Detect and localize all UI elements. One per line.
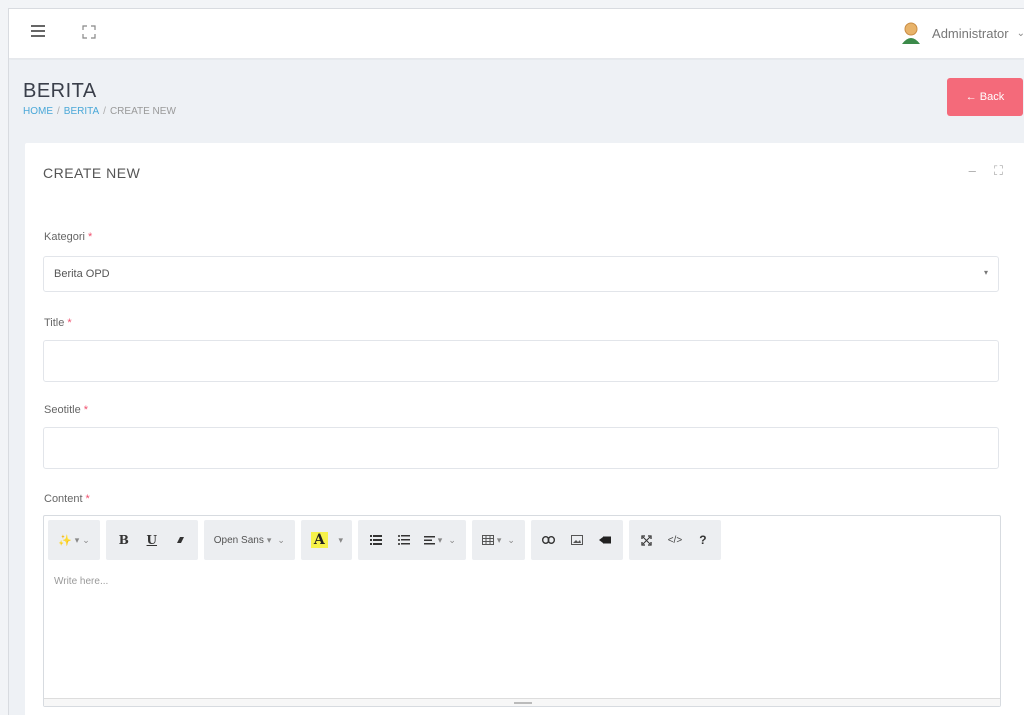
text-color-icon: A <box>310 532 328 548</box>
avatar <box>902 22 921 44</box>
align-left-icon <box>423 535 435 544</box>
minimize-icon[interactable]: – <box>969 163 976 179</box>
back-button[interactable]: ← Back <box>947 78 1023 116</box>
top-navbar: Administrator ⌄ <box>9 9 1024 59</box>
fullscreen-button[interactable] <box>633 520 661 560</box>
kategori-label-text: Kategori <box>44 231 85 243</box>
clear-format-button[interactable] <box>166 520 194 560</box>
chevron-down-icon: ▾ <box>338 534 344 545</box>
insert-group <box>530 520 623 560</box>
kategori-label: Kategori * <box>44 231 92 243</box>
insert-link-button[interactable] <box>535 520 563 560</box>
expand-icon <box>641 534 653 546</box>
eraser-icon <box>176 537 184 543</box>
card-title: CREATE NEW <box>43 165 141 181</box>
help-button[interactable]: ? <box>689 520 717 560</box>
code-view-button[interactable]: </> <box>661 520 689 560</box>
chevron-down-icon: ▾ <box>496 534 502 545</box>
title-label-text: Title <box>44 317 65 329</box>
chevron-down-icon: ⌄ <box>1017 28 1024 39</box>
unordered-list-button[interactable] <box>362 520 390 560</box>
seotitle-input[interactable] <box>43 427 999 469</box>
page-title: BERITA <box>23 80 97 102</box>
chevron-down-icon: ⌄ <box>82 534 90 545</box>
required-marker: * <box>85 493 90 505</box>
user-menu[interactable]: Administrator ⌄ <box>898 17 1024 49</box>
chevron-down-icon: ▾ <box>266 534 272 545</box>
unordered-list-icon <box>369 535 382 545</box>
card-fullscreen-icon[interactable]: ⛶ <box>994 163 1003 179</box>
paragraph-group: ▾ ⌄ <box>357 520 466 560</box>
table-icon <box>481 535 494 545</box>
chevron-down-icon: ▾ <box>437 534 443 545</box>
font-family-group: Open Sans ▾ ⌄ <box>203 520 295 560</box>
bold-button[interactable]: B <box>110 520 138 560</box>
font-style-group: B U <box>105 520 198 560</box>
underline-button[interactable]: U <box>138 520 166 560</box>
breadcrumb-separator: / <box>57 106 60 117</box>
fullscreen-icon[interactable] <box>81 24 97 40</box>
title-label: Title * <box>44 317 72 329</box>
content-editor[interactable]: ✨ ▾ ⌄ B U Open Sans ▾ ⌄ A ▾ ▾ ⌄ ▾ ⌄ </> … <box>43 515 1001 707</box>
code-icon: </> <box>667 534 683 546</box>
breadcrumb: HOME / BERITA / CREATE NEW <box>23 106 176 117</box>
breadcrumb-current: CREATE NEW <box>109 106 176 117</box>
style-dropdown[interactable]: ✨ ▾ ⌄ <box>52 520 96 560</box>
editor-placeholder[interactable]: Write here... <box>54 576 108 587</box>
text-color-button[interactable]: A <box>305 520 334 560</box>
help-icon: ? <box>699 533 707 547</box>
required-marker: * <box>83 404 88 416</box>
misc-group: </> ? <box>628 520 721 560</box>
font-family-label: Open Sans <box>213 534 264 546</box>
required-marker: * <box>67 317 72 329</box>
color-group: A ▾ <box>300 520 352 560</box>
card-tools: – ⛶ <box>969 163 1003 179</box>
color-dropdown-button[interactable]: ▾ <box>334 520 348 560</box>
font-family-dropdown[interactable]: Open Sans ▾ ⌄ <box>208 520 291 560</box>
select-caret-icon: ▾ <box>983 268 988 277</box>
link-icon <box>542 536 556 544</box>
page-header: BERITA HOME / BERITA / CREATE NEW <box>9 60 1024 142</box>
insert-video-button[interactable] <box>591 520 619 560</box>
content-label: Content * <box>44 493 90 505</box>
style-group: ✨ ▾ ⌄ <box>48 520 100 560</box>
app-frame: Administrator ⌄ BERITA HOME/BERITA/CREAT… <box>8 8 1024 715</box>
required-marker: * <box>87 231 93 243</box>
chevron-down-icon: ▾ <box>74 534 80 545</box>
breadcrumb-separator: / <box>103 106 106 117</box>
kategori-select[interactable]: Berita OPD ▾ <box>43 256 999 292</box>
seotitle-label-text: Seotitle <box>44 404 81 416</box>
chevron-down-icon: ⌄ <box>277 534 285 545</box>
breadcrumb-home[interactable]: HOME <box>23 106 53 117</box>
seotitle-label: Seotitle * <box>44 404 88 416</box>
editor-resize-handle[interactable] <box>44 698 1000 706</box>
editor-toolbar: ✨ ▾ ⌄ B U Open Sans ▾ ⌄ A ▾ ▾ ⌄ ▾ ⌄ </> … <box>48 520 721 560</box>
table-group: ▾ ⌄ <box>471 520 525 560</box>
hamburger-menu-icon[interactable] <box>31 25 47 39</box>
image-icon <box>570 535 583 545</box>
breadcrumb-berita[interactable]: BERITA <box>64 106 99 117</box>
content-label-text: Content <box>44 493 83 505</box>
ordered-list-button[interactable] <box>390 520 418 560</box>
video-icon <box>598 536 611 544</box>
user-name: Administrator <box>932 25 1009 41</box>
create-form-card: CREATE NEW – ⛶ Kategori * Berita OPD ▾ Ti… <box>25 143 1024 715</box>
ordered-list-icon <box>397 535 410 545</box>
chevron-down-icon: ⌄ <box>448 534 456 545</box>
table-dropdown[interactable]: ▾ ⌄ <box>476 520 521 560</box>
paragraph-align-dropdown[interactable]: ▾ ⌄ <box>418 520 462 560</box>
insert-image-button[interactable] <box>563 520 591 560</box>
kategori-selected-value: Berita OPD <box>54 268 110 280</box>
magic-wand-icon: ✨ <box>58 534 72 547</box>
chevron-down-icon: ⌄ <box>507 534 515 545</box>
title-input[interactable] <box>43 340 999 382</box>
